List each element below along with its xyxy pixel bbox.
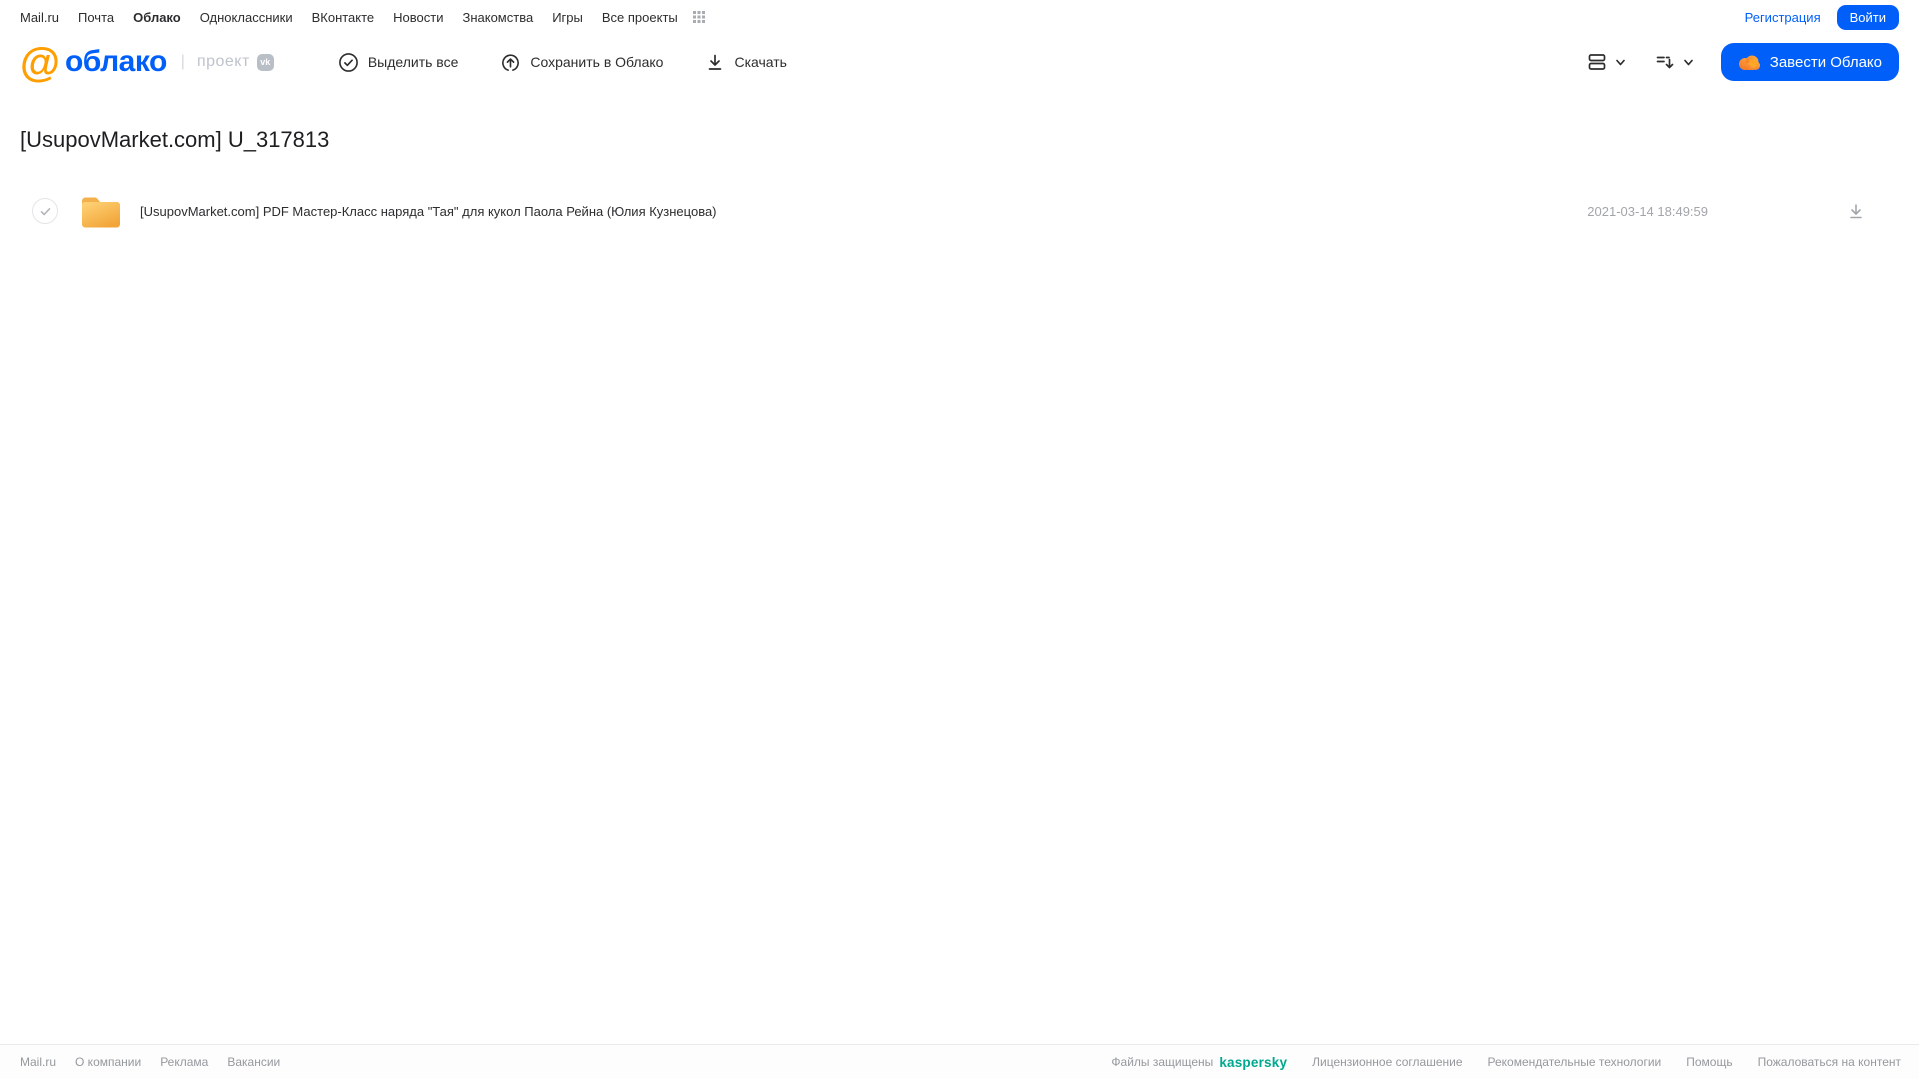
topnav-item-all-projects[interactable]: Все проекты <box>602 10 678 25</box>
page-title: [UsupovMarket.com] U_317813 <box>20 127 330 152</box>
vk-icon: vk <box>256 53 274 71</box>
check-circle-icon <box>338 52 359 73</box>
topnav-item-mailru[interactable]: Mail.ru <box>20 10 59 25</box>
login-button[interactable]: Войти <box>1836 4 1899 30</box>
file-checkbox[interactable] <box>32 198 58 224</box>
cloud-upload-icon <box>500 52 521 73</box>
topnav-item-odnoklassniki[interactable]: Одноклассники <box>200 10 293 25</box>
logo-separator: | <box>180 53 185 70</box>
sort-icon <box>1653 50 1677 74</box>
sort-dropdown[interactable] <box>1653 50 1695 74</box>
footer-link-about[interactable]: О компании <box>75 1055 141 1069</box>
footer: Mail.ru О компании Реклама Вакансии Файл… <box>0 1044 1919 1079</box>
get-cloud-button[interactable]: Завести Облако <box>1720 43 1899 81</box>
file-date: 2021-03-14 18:49:59 <box>1587 203 1708 219</box>
footer-right-links: Файлы защищены kaspersky Лицензионное со… <box>1111 1055 1901 1070</box>
cloud-logo[interactable]: @ облако | проект vk <box>20 38 274 85</box>
download-label: Скачать <box>734 54 787 70</box>
footer-left-links: Mail.ru О компании Реклама Вакансии <box>20 1055 280 1069</box>
select-all-label: Выделить все <box>367 54 459 70</box>
toolbar: @ облако | проект vk Выделить все Сохран… <box>0 34 1919 90</box>
chevron-down-icon <box>1682 56 1695 69</box>
footer-link-report-content[interactable]: Пожаловаться на контент <box>1758 1055 1901 1069</box>
topnav-item-igry[interactable]: Игры <box>552 10 583 25</box>
folder-icon <box>80 194 122 229</box>
registration-link[interactable]: Регистрация <box>1745 10 1821 25</box>
topnav-item-pochta[interactable]: Почта <box>78 10 114 25</box>
main-content: [UsupovMarket.com] U_317813 [UsupovMarke… <box>0 127 1919 237</box>
top-nav-right: Регистрация Войти <box>1745 4 1899 30</box>
save-to-cloud-label: Сохранить в Облако <box>530 54 664 70</box>
top-nav: Mail.ru Почта Облако Одноклассники ВКонт… <box>0 0 1919 34</box>
toolbar-right: Завести Облако <box>1585 43 1899 81</box>
footer-link-recommendation-tech[interactable]: Рекомендательные технологии <box>1488 1055 1662 1069</box>
check-icon <box>40 207 50 215</box>
topnav-item-znakomstva[interactable]: Знакомства <box>462 10 533 25</box>
kaspersky-logo[interactable]: kaspersky <box>1219 1055 1287 1070</box>
mailru-at-icon: @ <box>20 38 60 85</box>
file-download-icon[interactable] <box>1846 201 1866 221</box>
file-name-link[interactable]: [UsupovMarket.com] PDF Мастер-Класс наря… <box>140 204 717 219</box>
topnav-item-vkontakte[interactable]: ВКонтакте <box>312 10 375 25</box>
logo-text: облако <box>64 45 167 78</box>
topnav-item-oblako[interactable]: Облако <box>133 10 181 25</box>
kaspersky-protection: Файлы защищены kaspersky <box>1111 1055 1287 1070</box>
footer-link-ads[interactable]: Реклама <box>160 1055 208 1069</box>
footer-link-jobs[interactable]: Вакансии <box>227 1055 280 1069</box>
footer-link-help[interactable]: Помощь <box>1686 1055 1732 1069</box>
get-cloud-label: Завести Облако <box>1769 53 1882 71</box>
footer-link-mailru[interactable]: Mail.ru <box>20 1055 56 1069</box>
protected-by-label: Файлы защищены <box>1111 1055 1214 1069</box>
save-to-cloud-button[interactable]: Сохранить в Облако <box>500 52 663 73</box>
topnav-item-novosti[interactable]: Новости <box>393 10 443 25</box>
apps-grid-icon[interactable] <box>691 9 707 25</box>
toolbar-actions: Выделить все Сохранить в Облако Скачать <box>338 52 829 73</box>
select-all-button[interactable]: Выделить все <box>338 52 459 73</box>
list-view-icon <box>1585 50 1609 74</box>
file-row[interactable]: [UsupovMarket.com] PDF Мастер-Класс наря… <box>20 185 1899 237</box>
footer-link-license[interactable]: Лицензионное соглашение <box>1312 1055 1462 1069</box>
project-label: проект <box>196 53 250 70</box>
download-icon <box>705 52 725 72</box>
view-mode-dropdown[interactable] <box>1585 50 1627 74</box>
chevron-down-icon <box>1614 56 1627 69</box>
download-button[interactable]: Скачать <box>705 52 787 72</box>
orange-cloud-icon <box>1738 54 1761 71</box>
